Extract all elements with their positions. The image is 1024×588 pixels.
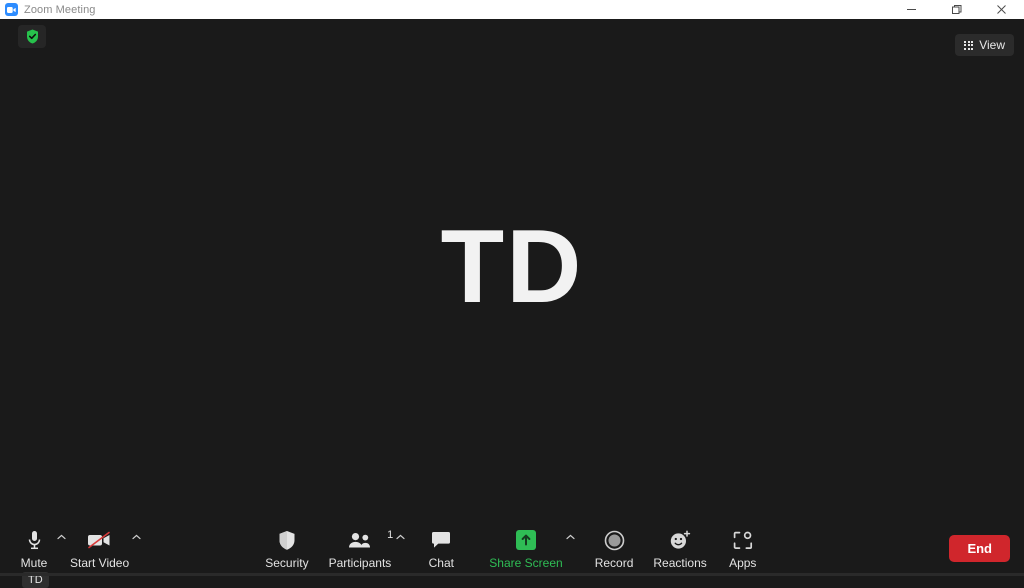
record-label: Record xyxy=(595,556,634,570)
chat-bubble-icon xyxy=(431,528,451,552)
participants-label: Participants xyxy=(329,556,392,570)
reactions-smiley-icon xyxy=(669,528,691,552)
record-circle-icon xyxy=(604,528,625,552)
window-controls xyxy=(889,0,1024,19)
end-meeting-button[interactable]: End xyxy=(949,535,1010,562)
meeting-toolbar: TD Mute xyxy=(0,520,1024,576)
minimize-icon[interactable] xyxy=(889,0,934,19)
participants-chevron-up-icon[interactable] xyxy=(396,534,405,540)
shield-icon xyxy=(278,528,296,552)
title-bar-left: Zoom Meeting xyxy=(0,3,96,16)
chat-label: Chat xyxy=(429,556,454,570)
toolbar-center-group: Security 1 Participants xyxy=(0,520,1024,576)
apps-icon xyxy=(733,528,753,552)
window-title-bar: Zoom Meeting xyxy=(0,0,1024,19)
reactions-label: Reactions xyxy=(653,556,706,570)
security-label: Security xyxy=(265,556,308,570)
window-title: Zoom Meeting xyxy=(24,4,96,16)
chat-button[interactable]: Chat xyxy=(415,520,467,570)
participants-button[interactable]: 1 Participants xyxy=(319,520,402,570)
share-screen-button[interactable]: Share Screen xyxy=(479,520,572,570)
toolbar-right-group: End xyxy=(949,535,1010,562)
apps-label: Apps xyxy=(729,556,756,570)
avatar-initials: TD xyxy=(0,19,1024,520)
security-button[interactable]: Security xyxy=(255,520,318,570)
reactions-button[interactable]: Reactions xyxy=(643,520,716,570)
record-button[interactable]: Record xyxy=(585,520,644,570)
share-screen-icon xyxy=(516,528,536,552)
restore-icon[interactable] xyxy=(934,0,979,19)
share-screen-chevron-up-icon[interactable] xyxy=(566,534,575,540)
video-stage: View TD xyxy=(0,19,1024,520)
apps-button[interactable]: Apps xyxy=(717,520,769,570)
zoom-camera-icon xyxy=(5,3,18,16)
participants-icon xyxy=(348,528,372,552)
close-icon[interactable] xyxy=(979,0,1024,19)
title-bar-drag-region xyxy=(96,0,889,19)
participants-count: 1 xyxy=(387,529,393,541)
share-screen-label: Share Screen xyxy=(489,556,562,570)
